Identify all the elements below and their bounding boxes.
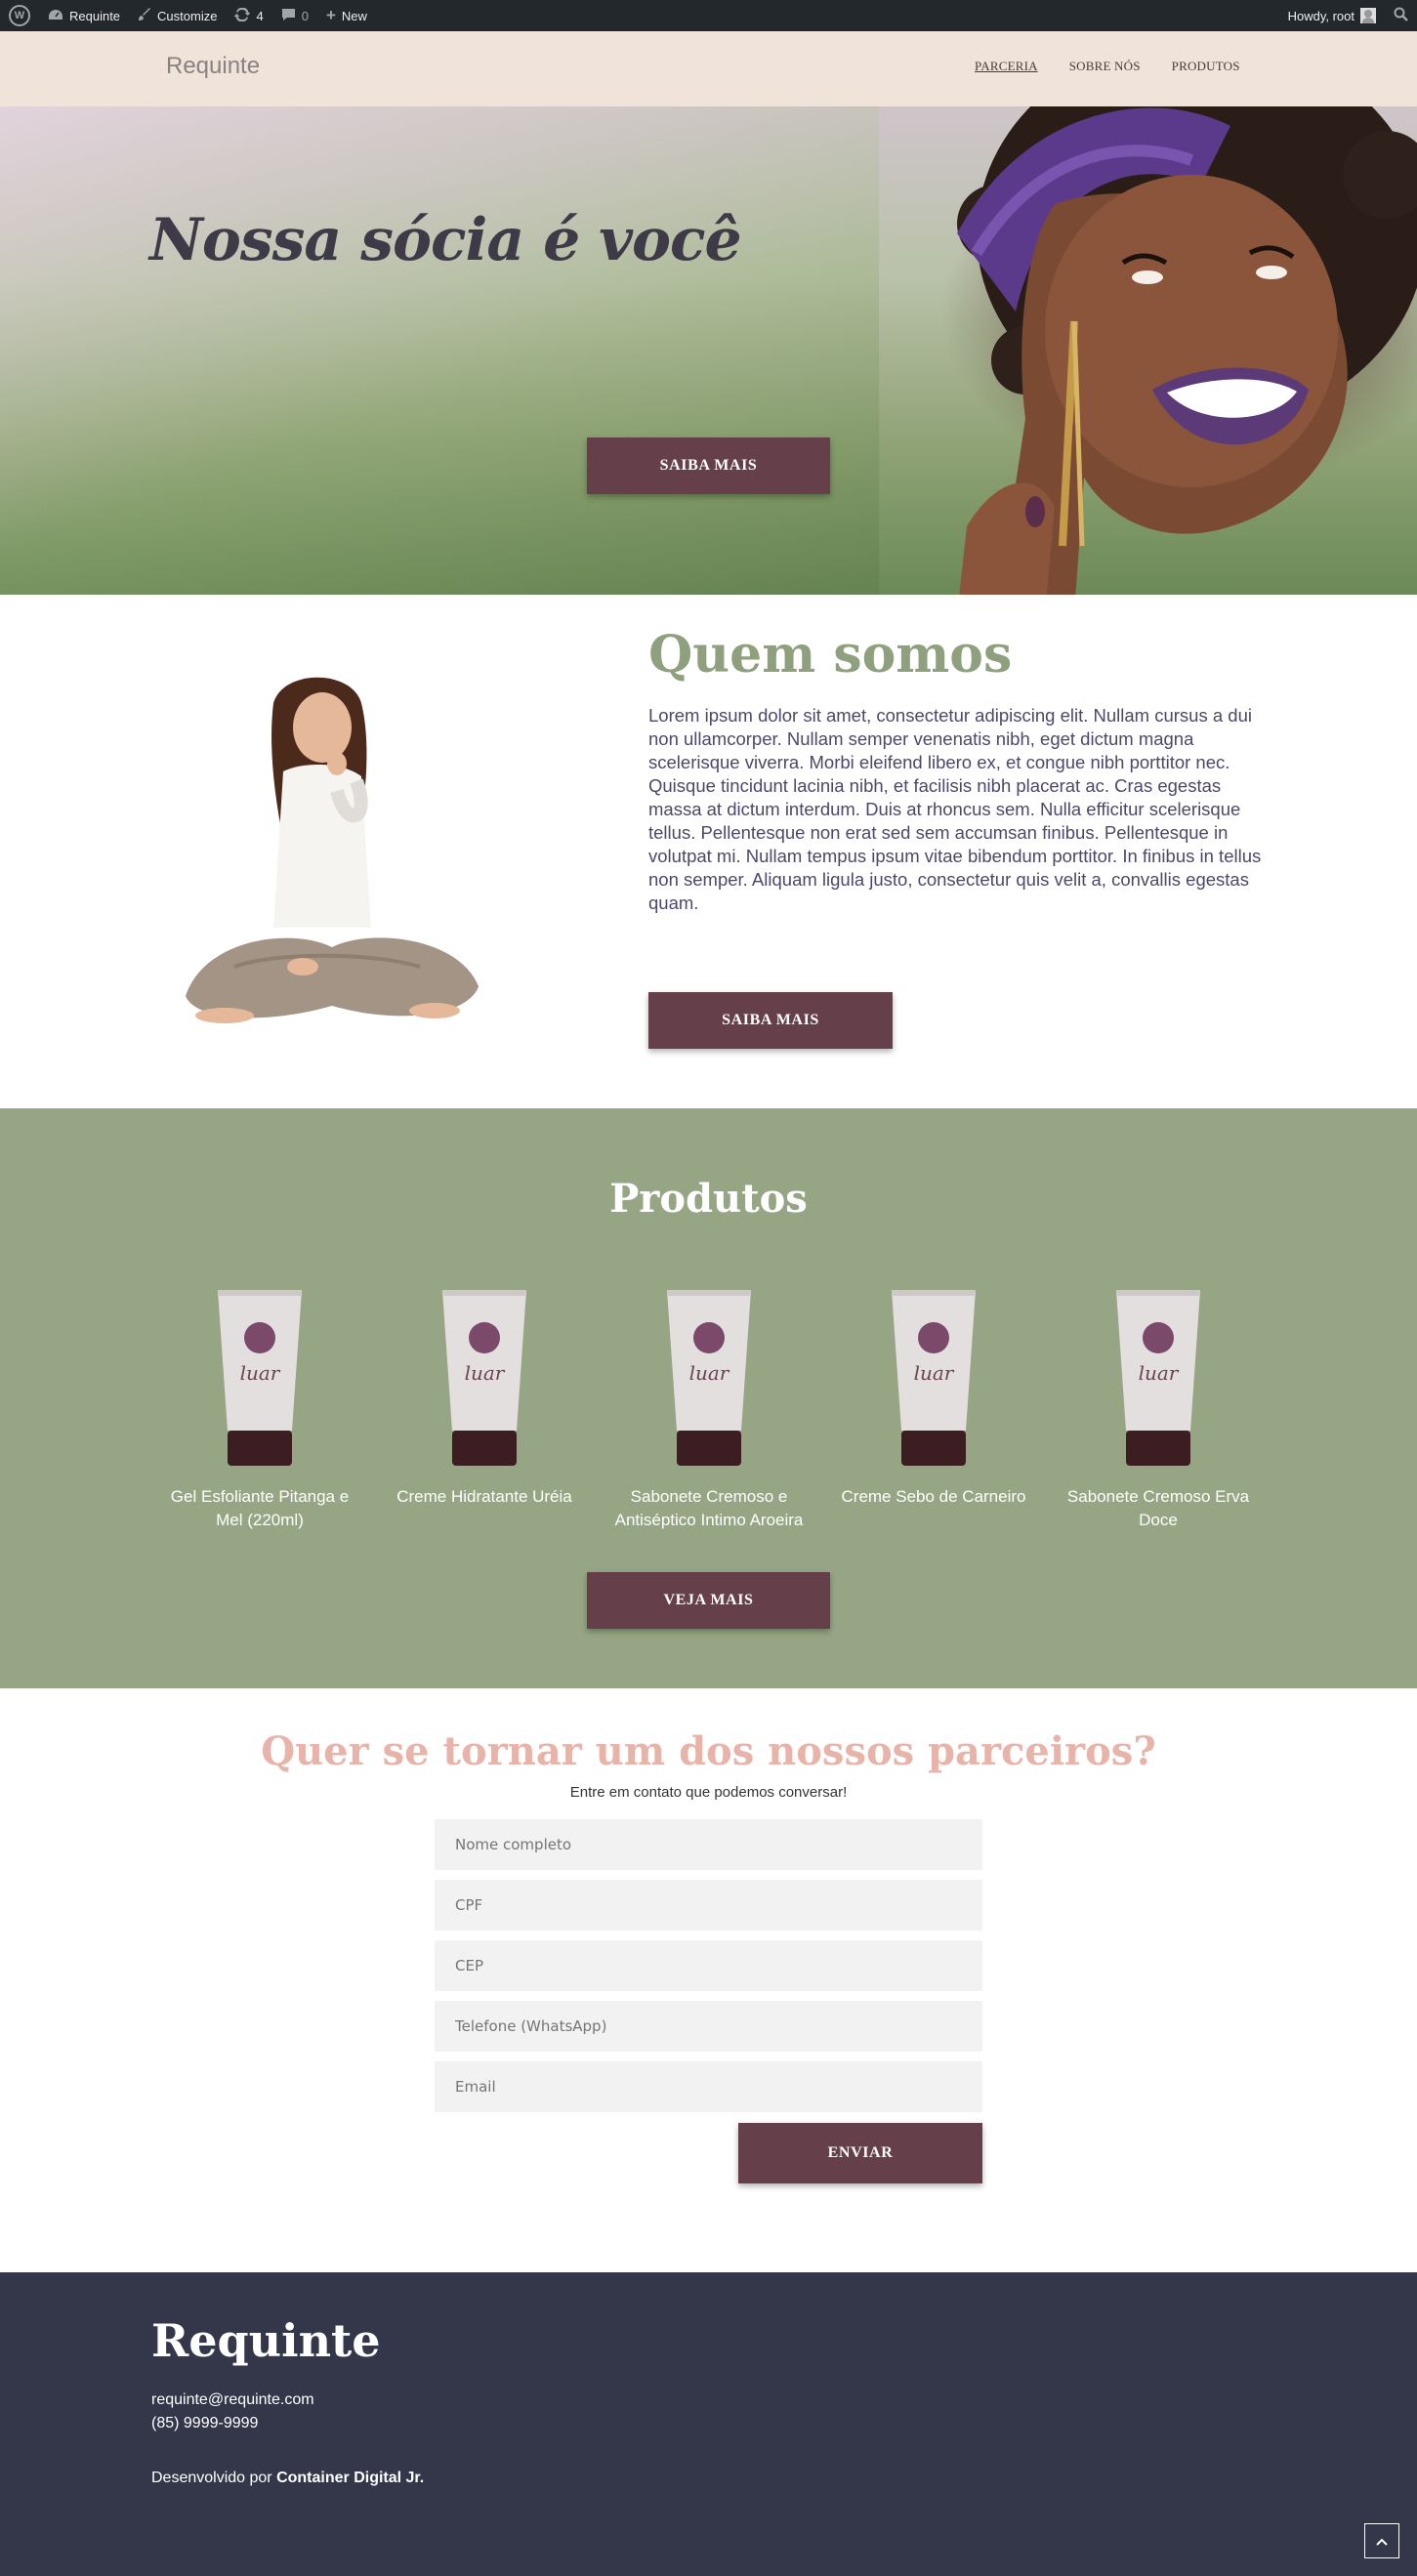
product-name: Sabonete Cremoso Erva Doce [1066, 1487, 1250, 1529]
admin-site-name[interactable]: Requinte [39, 0, 129, 31]
footer-credit-prefix: Desenvolvido por [151, 2470, 277, 2486]
brush-icon [138, 7, 151, 24]
updates-icon [233, 7, 252, 24]
contact-subtitle: Entre em contato que podemos conversar! [569, 1784, 848, 1801]
wordpress-icon: W [9, 5, 30, 26]
wordpress-menu[interactable]: W [0, 0, 39, 31]
product-image: luar [890, 1284, 978, 1470]
about-text: Lorem ipsum dolor sit amet, consectetur … [648, 705, 1262, 913]
products-section: Produtos luar Gel Esfoliante Pitanga e M… [0, 1108, 1417, 1688]
admin-customize-label: Customize [157, 8, 218, 23]
product-card[interactable]: luar Sabonete Cremoso Erva Doce [1061, 1284, 1256, 1532]
admin-comments[interactable]: 0 [272, 0, 317, 31]
admin-site-name-label: Requinte [69, 8, 121, 23]
site-footer: Requinte requinte@requinte.com (85) 9999… [0, 2272, 1417, 2576]
admin-comments-count: 0 [301, 8, 309, 23]
telefone-field[interactable] [435, 2001, 982, 2052]
site-brand[interactable]: Requinte [166, 53, 260, 80]
about-saiba-mais-button[interactable]: SAIBA MAIS [648, 992, 893, 1049]
site-header: Requinte PARCERIA SOBRE NÓS PRODUTOS [0, 31, 1417, 106]
admin-bar: W Requinte Customize 4 0 + New Howdy, ro… [0, 0, 1417, 31]
footer-phone: (85) 9999-9999 [151, 2415, 259, 2431]
footer-email[interactable]: requinte@requinte.com [151, 2391, 314, 2409]
admin-updates-count: 4 [256, 8, 264, 23]
admin-search[interactable] [1385, 0, 1417, 31]
admin-account[interactable]: Howdy, root [1279, 0, 1385, 31]
chevron-up-icon [1376, 2533, 1388, 2549]
hero-background [0, 106, 879, 595]
product-name: Gel Esfoliante Pitanga e Mel (220ml) [170, 1487, 350, 1529]
admin-customize[interactable]: Customize [129, 0, 226, 31]
product-name: Sabonete Cremoso e Antiséptico Intimo Ar… [614, 1487, 804, 1529]
nav-item-parceria[interactable]: PARCERIA [975, 59, 1038, 74]
product-card[interactable]: luar Gel Esfoliante Pitanga e Mel (220ml… [162, 1284, 357, 1532]
nav-item-produtos[interactable]: PRODUTOS [1172, 59, 1240, 74]
products-title: Produtos [609, 1176, 808, 1222]
product-card[interactable]: luar Creme Sebo de Carneiro [836, 1284, 1031, 1509]
admin-new-label: New [341, 8, 367, 23]
product-name: Creme Sebo de Carneiro [841, 1487, 1026, 1506]
about-photo [186, 677, 479, 1023]
plus-icon: + [325, 6, 336, 24]
product-tube-brand: luar [689, 1361, 730, 1385]
product-card[interactable]: luar Creme Hidratante Uréia [387, 1284, 582, 1509]
product-tube-brand: luar [914, 1361, 955, 1385]
products-veja-mais-button[interactable]: VEJA MAIS [587, 1572, 830, 1629]
hero-title: Nossa sócia é você [149, 206, 742, 274]
search-icon [1394, 7, 1408, 24]
footer-credit-link[interactable]: Container Digital Jr. [276, 2470, 424, 2486]
hero-photo [957, 106, 1417, 595]
hero-banner: Nossa sócia é você SAIBA MAIS [0, 106, 1417, 595]
product-name: Creme Hidratante Uréia [396, 1487, 572, 1506]
nav-item-sobre-nos[interactable]: SOBRE NÓS [1069, 59, 1141, 74]
comment-icon [281, 8, 296, 24]
main-nav: PARCERIA SOBRE NÓS PRODUTOS [975, 59, 1240, 74]
footer-brand: Requinte [151, 2314, 381, 2367]
product-tube-brand: luar [240, 1361, 281, 1385]
nome-field[interactable] [435, 1819, 982, 1870]
product-image: luar [665, 1284, 753, 1470]
product-image: luar [440, 1284, 528, 1470]
admin-new[interactable]: + New [317, 0, 376, 31]
product-image: luar [216, 1284, 304, 1470]
product-tube-brand: luar [465, 1361, 506, 1385]
admin-howdy: Howdy, root [1287, 8, 1354, 23]
about-title: Quem somos [648, 625, 1013, 685]
footer-credit: Desenvolvido por Container Digital Jr. [151, 2470, 424, 2487]
dashboard-icon [48, 8, 63, 24]
product-card[interactable]: luar Sabonete Cremoso e Antiséptico Inti… [611, 1284, 807, 1532]
cpf-field[interactable] [435, 1880, 982, 1931]
hero-saiba-mais-button[interactable]: SAIBA MAIS [587, 437, 830, 494]
product-tube-brand: luar [1139, 1361, 1180, 1385]
avatar [1360, 8, 1376, 23]
email-field[interactable] [435, 2061, 982, 2112]
back-to-top-button[interactable] [1364, 2523, 1399, 2558]
enviar-button[interactable]: ENVIAR [738, 2123, 982, 2183]
admin-updates[interactable]: 4 [226, 0, 271, 31]
contact-title: Quer se tornar um dos nossos parceiros? [261, 1728, 1156, 1774]
product-image: luar [1114, 1284, 1202, 1470]
cep-field[interactable] [435, 1940, 982, 1991]
